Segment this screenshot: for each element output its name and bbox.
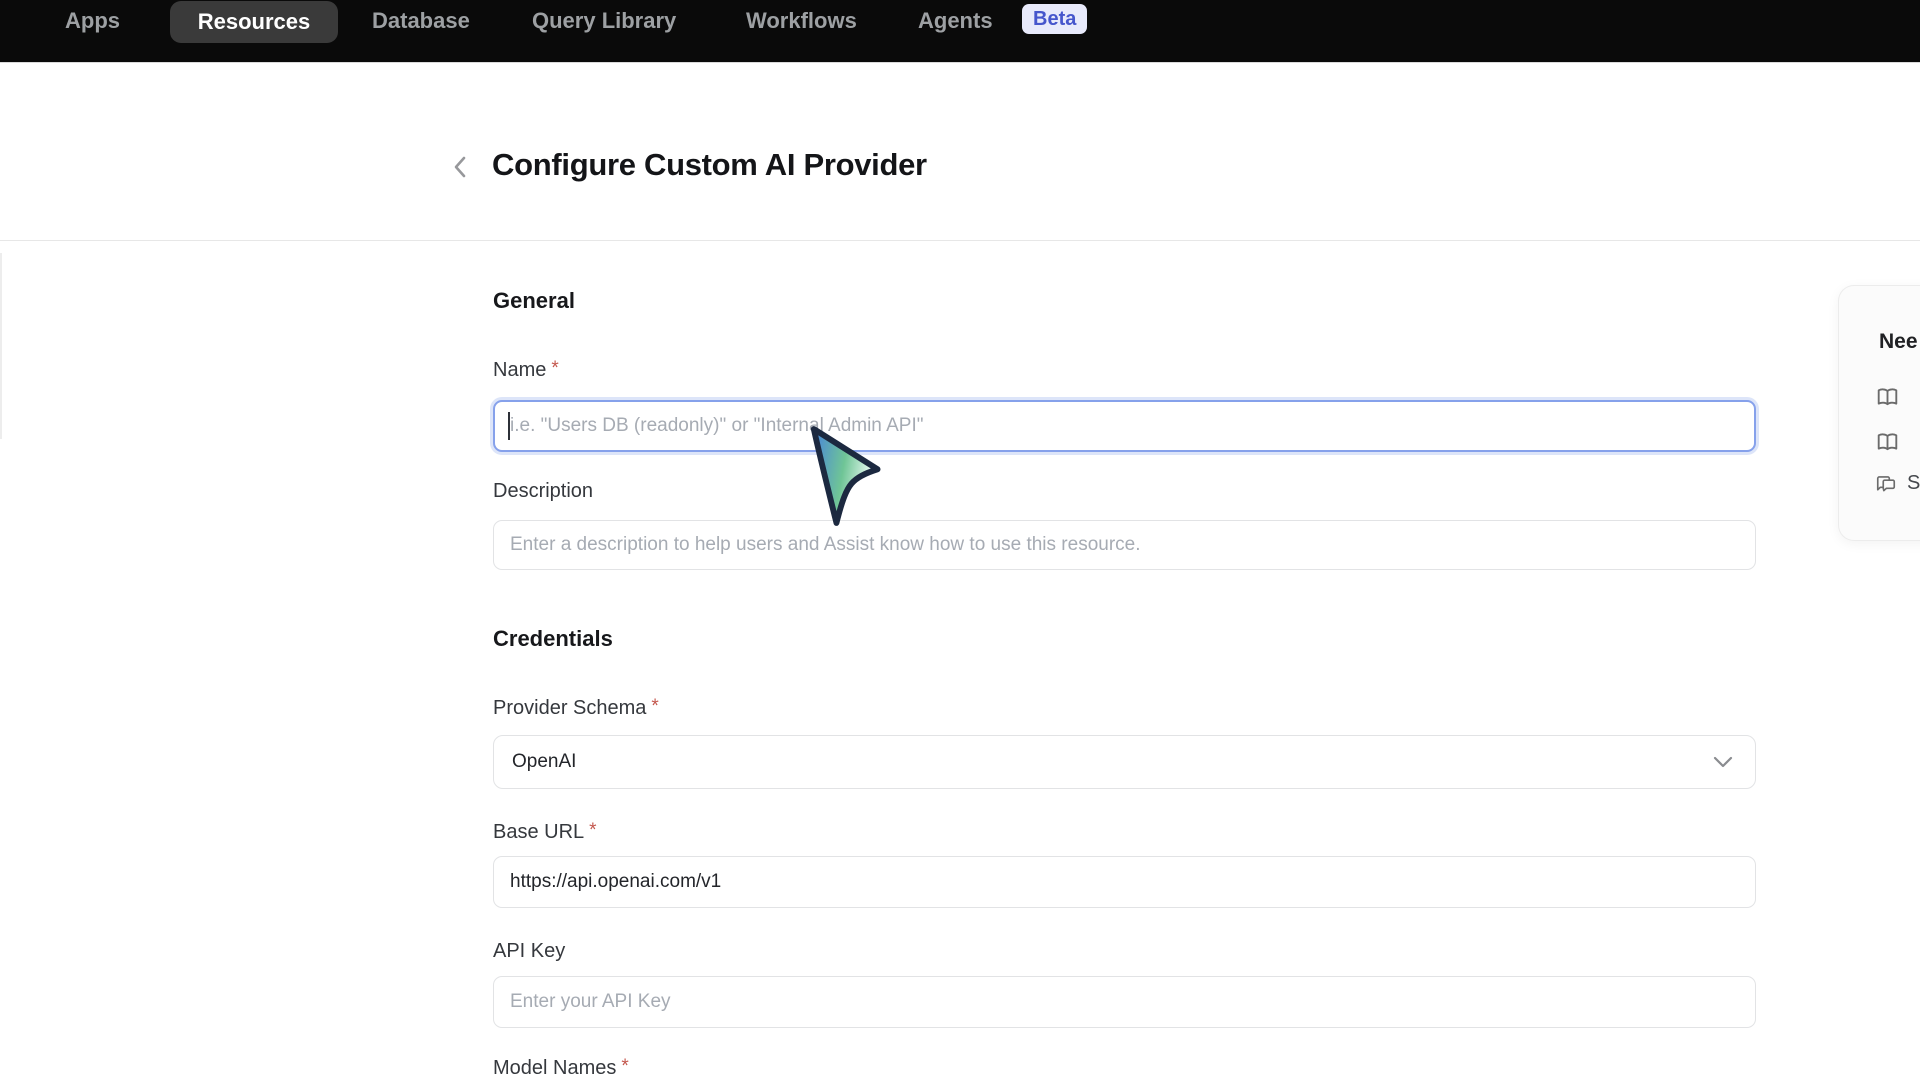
api-key-field-wrapper <box>493 976 1756 1028</box>
book-icon <box>1875 431 1900 453</box>
provider-schema-label-text: Provider Schema <box>493 697 646 719</box>
book-icon <box>1875 386 1900 408</box>
description-label: Description <box>493 480 593 503</box>
help-link-docs-1[interactable] <box>1875 386 1910 408</box>
chevron-left-icon <box>450 152 472 182</box>
name-label: Name* <box>493 358 559 382</box>
nav-tab-apps[interactable]: Apps <box>65 8 120 34</box>
page-title: Configure Custom AI Provider <box>492 147 927 183</box>
help-panel-heading: Nee <box>1879 330 1918 354</box>
nav-tab-agents[interactable]: Agents <box>918 8 993 34</box>
provider-schema-value: OpenAI <box>512 751 576 773</box>
help-link-support[interactable]: S <box>1875 472 1920 495</box>
api-key-input[interactable] <box>493 976 1756 1028</box>
top-navbar: Apps Resources Database Query Library Wo… <box>0 0 1920 63</box>
app-screen: Apps Resources Database Query Library Wo… <box>0 0 1920 1080</box>
base-url-label: Base URL* <box>493 820 597 844</box>
base-url-input[interactable] <box>493 856 1756 908</box>
help-link-label: S <box>1907 472 1920 495</box>
base-url-field-wrapper <box>493 856 1756 908</box>
provider-schema-select[interactable]: OpenAI <box>493 735 1756 789</box>
header-divider <box>0 240 1920 241</box>
section-heading-credentials: Credentials <box>493 626 613 652</box>
base-url-label-text: Base URL <box>493 821 584 843</box>
nav-tab-query-library[interactable]: Query Library <box>532 8 676 34</box>
help-link-docs-2[interactable] <box>1875 431 1910 453</box>
nav-tab-database[interactable]: Database <box>372 8 470 34</box>
required-marker: * <box>551 358 558 379</box>
chevron-down-icon <box>1711 754 1735 770</box>
section-heading-general: General <box>493 288 575 314</box>
help-panel: Nee S <box>1838 285 1920 541</box>
left-panel-edge <box>0 253 2 439</box>
nav-tab-resources[interactable]: Resources <box>170 1 338 43</box>
provider-schema-label: Provider Schema* <box>493 696 659 720</box>
name-label-text: Name <box>493 359 546 381</box>
description-input[interactable] <box>493 520 1756 570</box>
text-caret <box>508 412 510 440</box>
description-field-wrapper <box>493 520 1756 570</box>
api-key-label: API Key <box>493 940 565 963</box>
back-button[interactable] <box>450 152 472 182</box>
model-names-label-text: Model Names <box>493 1057 616 1079</box>
required-marker: * <box>589 820 596 841</box>
model-names-label: Model Names* <box>493 1056 629 1080</box>
required-marker: * <box>621 1056 628 1077</box>
name-input[interactable] <box>493 400 1756 452</box>
nav-tab-workflows[interactable]: Workflows <box>746 8 857 34</box>
chat-icon <box>1875 474 1897 494</box>
beta-badge: Beta <box>1022 4 1087 34</box>
name-field-wrapper <box>493 400 1756 452</box>
required-marker: * <box>651 696 658 717</box>
